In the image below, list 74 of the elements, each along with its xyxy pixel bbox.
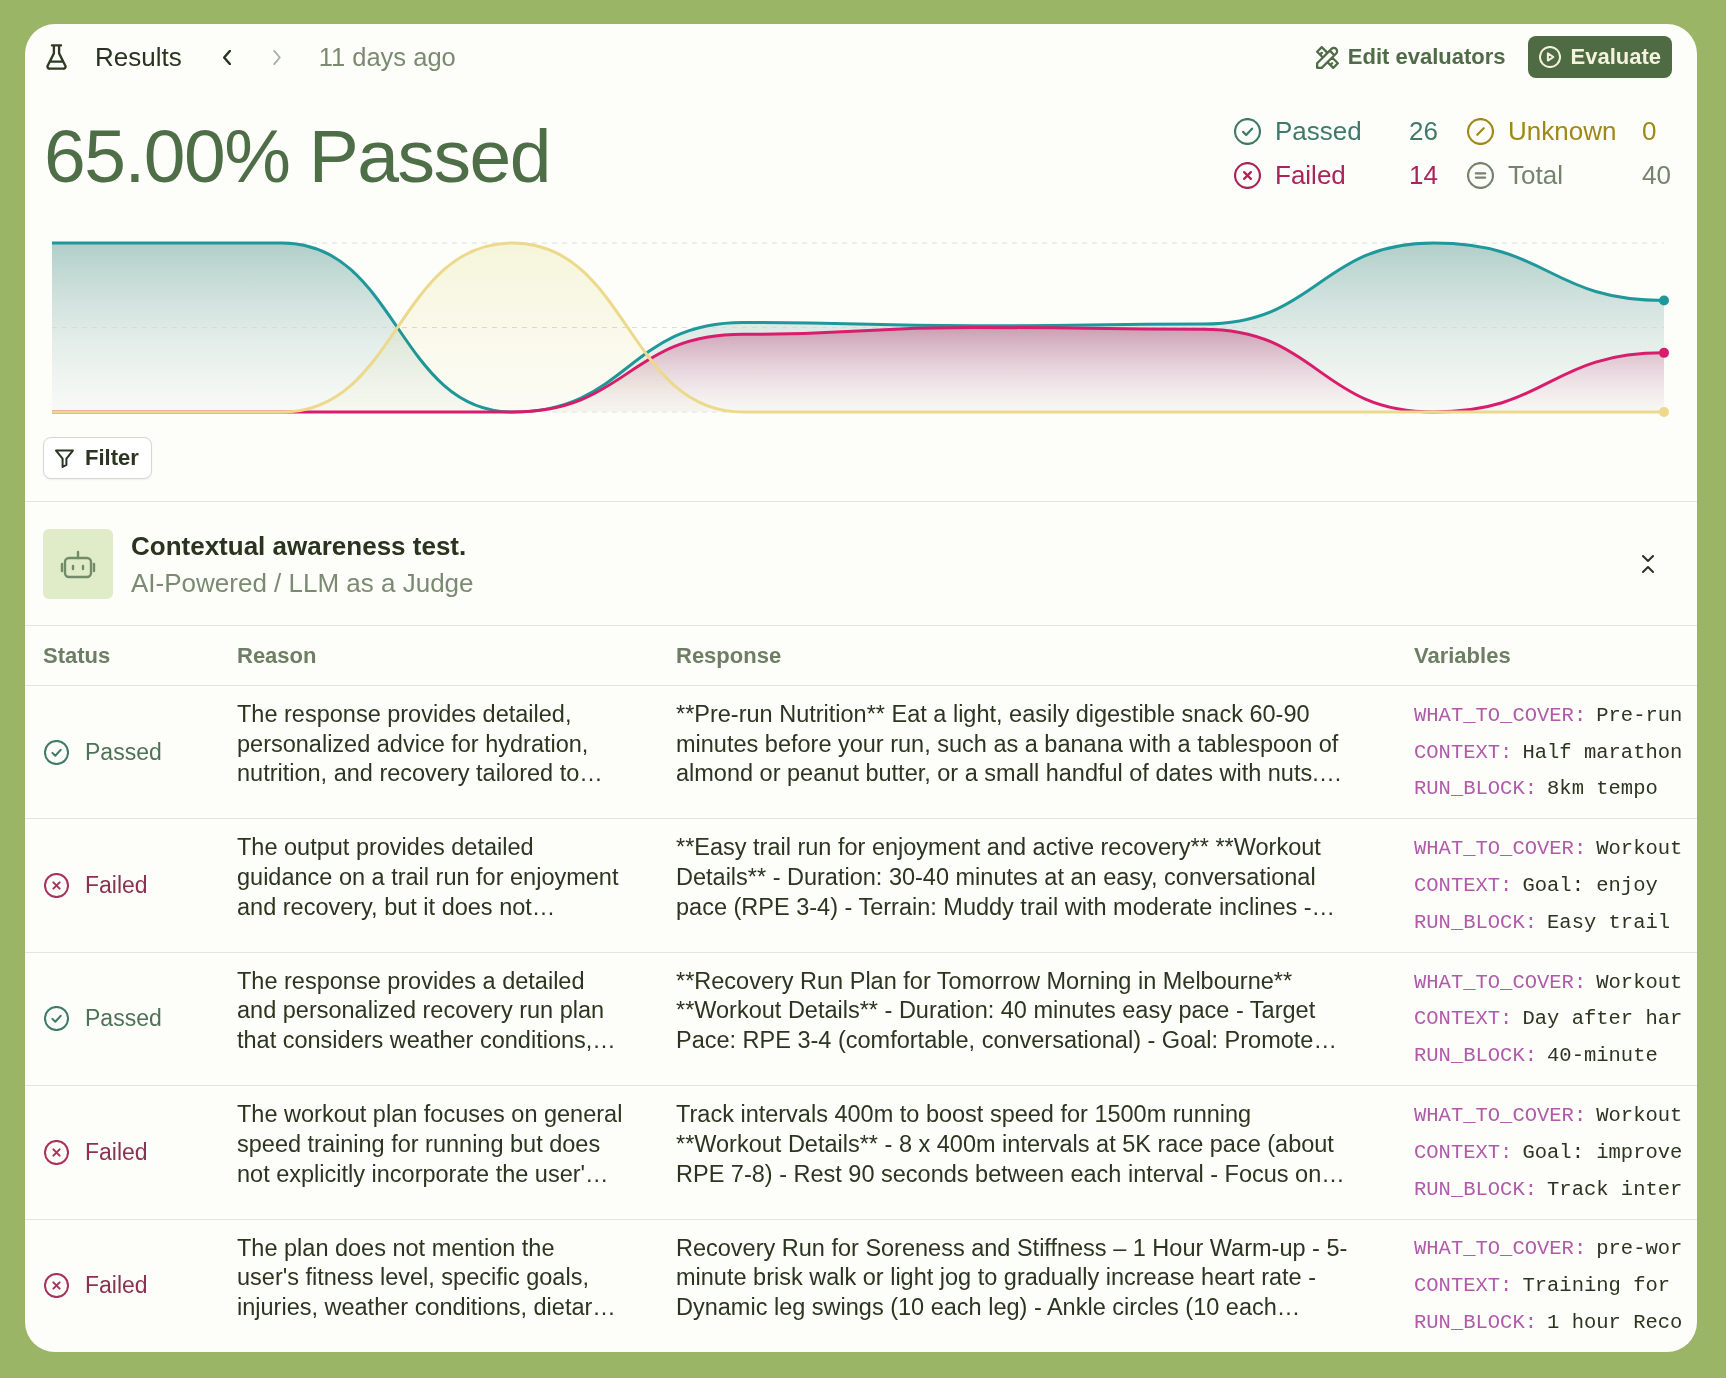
column-header: Status [43, 642, 112, 669]
variable-value: Goal: enjoy [1522, 874, 1658, 898]
variable-name: RUN_BLOCK: [1414, 1044, 1538, 1068]
stat-value: 14 [1409, 159, 1438, 191]
stat-value: 40 [1642, 159, 1671, 191]
response-text: **Pre-run Nutrition** Eat a light, easily digestible snack 60-90 minutes before your run, such as a banana with a tablespoon of almond or peanut butter, or a small handful of dates with nuts.… [676, 700, 1343, 789]
stat-label: Unknown [1508, 115, 1618, 147]
status-label: Passed [85, 1005, 162, 1033]
variable-name: WHAT_TO_COVER: [1414, 1237, 1587, 1261]
status-label: Failed [85, 872, 148, 900]
variable-value: 40-minute [1547, 1044, 1658, 1068]
response-text: Track intervals 400m to boost speed for 1500m running **Workout Details** - 8 x 400m intervals at 5K race pace (about RPE 7-8) - Rest 90 seconds between each interval - Focus on… [676, 1100, 1345, 1189]
variable-name: CONTEXT: [1414, 1274, 1513, 1298]
evaluator-title: Contextual awareness test. [131, 530, 468, 561]
variable-name: WHAT_TO_COVER: [1414, 1104, 1587, 1128]
variable-value: Workout [1596, 837, 1683, 861]
stat-label: Failed [1275, 159, 1347, 191]
play-icon [1538, 46, 1561, 68]
reason-text: The response provides detailed, personalized advice for hydration, nutrition, and recovery tailored to… [237, 700, 603, 789]
page-title: Results [95, 41, 182, 73]
filter-icon [55, 448, 74, 468]
stat-label: Passed [1275, 115, 1363, 147]
edit-evaluators-button[interactable]: Edit evaluators [1315, 44, 1506, 70]
column-header: Response [676, 642, 783, 669]
variable-name: RUN_BLOCK: [1414, 777, 1538, 801]
status-label: Failed [85, 1272, 148, 1300]
variable-value: Pre-run [1596, 703, 1683, 727]
unknown-end-marker-icon [1659, 407, 1669, 417]
pass-rate-headline: 65.00% Passed [44, 118, 550, 194]
variable-value: Training for [1522, 1274, 1671, 1298]
variable-name: RUN_BLOCK: [1414, 1311, 1538, 1335]
tools-icon [1315, 45, 1339, 69]
variable-value: 1 hour Reco [1547, 1311, 1683, 1335]
evaluate-button[interactable]: Evaluate [1527, 36, 1672, 78]
timestamp: 11 days ago [318, 42, 456, 72]
stat-value: 0 [1642, 115, 1657, 147]
failed-end-marker-icon [1659, 347, 1669, 358]
reason-text: The output provides detailed guidance on a trail run for enjoyment and recovery, but it does not… [237, 833, 619, 922]
variable-name: CONTEXT: [1414, 1140, 1513, 1164]
response-text: Recovery Run for Soreness and Stiffness – 1 Hour Warm-up - 5- minute brisk walk or light jog to gradually increase heart rate - Dynamic leg swings (10 each leg) - Ankle circles (10 each… [676, 1233, 1348, 1322]
variable-name: WHAT_TO_COVER: [1414, 970, 1587, 994]
variable-value: Day after har [1522, 1007, 1683, 1031]
response-text: **Easy trail run for enjoyment and active recovery** **Workout Details** - Duration: 30-40 minutes at an easy, conversational pace (RPE 3-4) - Terrain: Muddy trail with moderate inclines -… [676, 833, 1336, 922]
robot-icon [43, 529, 113, 599]
chevron-left-icon[interactable] [222, 49, 231, 65]
variable-value: Goal: improve [1522, 1140, 1683, 1164]
evaluator-subtitle: AI-Powered / LLM as a Judge [131, 567, 474, 598]
variable-name: RUN_BLOCK: [1414, 910, 1538, 934]
reason-text: The workout plan focuses on general speed training for running but does not explicitly incorporate the user'… [237, 1100, 623, 1189]
response-text: **Recovery Run Plan for Tomorrow Morning in Melbourne** **Workout Details** - Duration: 40 minutes easy pace - Target Pace: RPE 3-4 (comfortable, conversational) - Goal: Promote… [676, 966, 1337, 1056]
status-label: Failed [85, 1138, 148, 1166]
variable-value: 8km tempo [1547, 777, 1658, 801]
status-label: Passed [85, 738, 162, 766]
flask-icon [46, 44, 67, 70]
variable-name: CONTEXT: [1414, 1007, 1513, 1031]
variable-name: WHAT_TO_COVER: [1414, 703, 1587, 727]
filter-button[interactable]: Filter [43, 437, 152, 479]
variable-value: Half marathon [1522, 740, 1683, 764]
variable-name: CONTEXT: [1414, 874, 1513, 898]
collapse-icon[interactable] [1642, 555, 1654, 573]
variable-value: pre-wor [1596, 1237, 1683, 1261]
column-header: Reason [237, 642, 318, 669]
variable-value: Track inter [1547, 1177, 1683, 1201]
reason-text: The plan does not mention the user's fitness level, specific goals, injuries, weather conditions, dietar… [237, 1233, 616, 1322]
reason-text: The response provides a detailed and personalized recovery run plan that considers weather conditions,… [237, 966, 616, 1056]
stat-label: Total [1508, 159, 1564, 191]
variable-value: Workout [1596, 970, 1683, 994]
variable-value: Workout [1596, 1104, 1683, 1128]
variable-name: WHAT_TO_COVER: [1414, 837, 1587, 861]
variable-value: Easy trail [1547, 910, 1671, 934]
stat-value: 26 [1409, 115, 1438, 147]
variable-name: RUN_BLOCK: [1414, 1177, 1538, 1201]
column-header: Variables [1414, 642, 1512, 669]
variable-name: CONTEXT: [1414, 740, 1513, 764]
